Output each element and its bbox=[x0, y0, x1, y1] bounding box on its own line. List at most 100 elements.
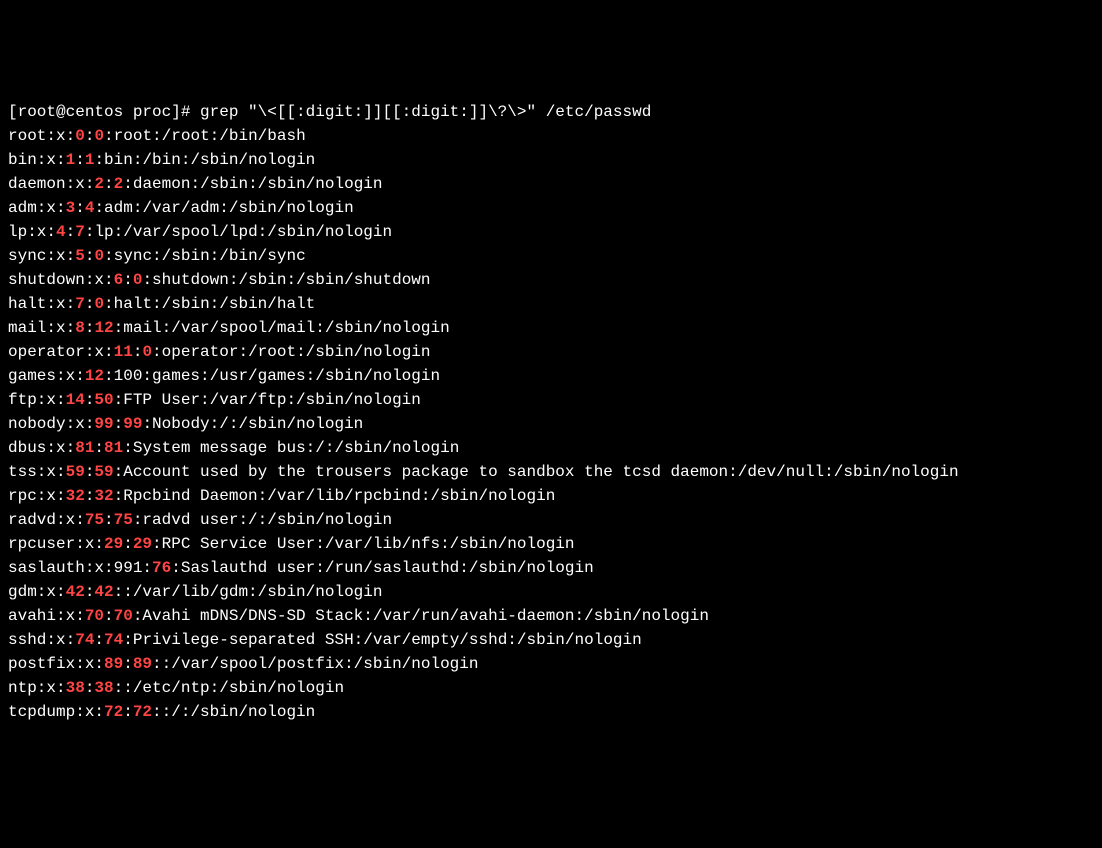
text-segment: :Privilege-separated SSH:/var/empty/sshd… bbox=[123, 631, 641, 649]
text-segment: lp:x: bbox=[8, 223, 56, 241]
grep-match: 3 bbox=[66, 199, 76, 217]
text-segment: : bbox=[123, 655, 133, 673]
grep-match: 70 bbox=[114, 607, 133, 625]
text-segment: : bbox=[123, 703, 133, 721]
text-segment: :lp:/var/spool/lpd:/sbin/nologin bbox=[85, 223, 392, 241]
text-segment: : bbox=[94, 631, 104, 649]
output-line: dbus:x:81:81:System message bus:/:/sbin/… bbox=[8, 436, 1094, 460]
text-segment: : bbox=[133, 343, 143, 361]
grep-match: 7 bbox=[75, 223, 85, 241]
output-line: saslauth:x:991:76:Saslauthd user:/run/sa… bbox=[8, 556, 1094, 580]
grep-match: 29 bbox=[104, 535, 123, 553]
text-segment: halt:x: bbox=[8, 295, 75, 313]
grep-match: 81 bbox=[104, 439, 123, 457]
grep-match: 99 bbox=[123, 415, 142, 433]
output-line: bin:x:1:1:bin:/bin:/sbin/nologin bbox=[8, 148, 1094, 172]
text-segment: ::/var/lib/gdm:/sbin/nologin bbox=[114, 583, 383, 601]
grep-match: 4 bbox=[85, 199, 95, 217]
grep-match: 0 bbox=[94, 295, 104, 313]
text-segment: : bbox=[104, 175, 114, 193]
output-line: nobody:x:99:99:Nobody:/:/sbin/nologin bbox=[8, 412, 1094, 436]
grep-match: 12 bbox=[94, 319, 113, 337]
grep-match: 75 bbox=[114, 511, 133, 529]
text-segment: radvd:x: bbox=[8, 511, 85, 529]
text-segment: : bbox=[85, 127, 95, 145]
grep-match: 0 bbox=[94, 247, 104, 265]
output-line: radvd:x:75:75:radvd user:/:/sbin/nologin bbox=[8, 508, 1094, 532]
text-segment: :radvd user:/:/sbin/nologin bbox=[133, 511, 392, 529]
terminal-output: [root@centos proc]# grep "\<[[:digit:]][… bbox=[8, 100, 1094, 724]
text-segment: :shutdown:/sbin:/sbin/shutdown bbox=[142, 271, 430, 289]
text-segment: :sync:/sbin:/bin/sync bbox=[104, 247, 306, 265]
output-line: tcpdump:x:72:72::/:/sbin/nologin bbox=[8, 700, 1094, 724]
grep-match: 72 bbox=[133, 703, 152, 721]
grep-match: 81 bbox=[75, 439, 94, 457]
text-segment: :operator:/root:/sbin/nologin bbox=[152, 343, 430, 361]
text-segment: sync:x: bbox=[8, 247, 75, 265]
text-segment: : bbox=[85, 391, 95, 409]
text-segment: :Nobody:/:/sbin/nologin bbox=[142, 415, 363, 433]
text-segment: :adm:/var/adm:/sbin/nologin bbox=[94, 199, 353, 217]
text-segment: root:x: bbox=[8, 127, 75, 145]
grep-match: 29 bbox=[133, 535, 152, 553]
grep-match: 59 bbox=[94, 463, 113, 481]
output-line: postfix:x:89:89::/var/spool/postfix:/sbi… bbox=[8, 652, 1094, 676]
text-segment: rpc:x: bbox=[8, 487, 66, 505]
grep-match: 12 bbox=[85, 367, 104, 385]
output-line: root:x:0:0:root:/root:/bin/bash bbox=[8, 124, 1094, 148]
text-segment: :Rpcbind Daemon:/var/lib/rpcbind:/sbin/n… bbox=[114, 487, 556, 505]
text-segment: operator:x: bbox=[8, 343, 114, 361]
grep-match: 38 bbox=[66, 679, 85, 697]
command-prompt: [root@centos proc]# grep "\<[[:digit:]][… bbox=[8, 100, 1094, 124]
grep-match: 59 bbox=[66, 463, 85, 481]
text-segment: : bbox=[85, 247, 95, 265]
text-segment: :bin:/bin:/sbin/nologin bbox=[94, 151, 315, 169]
text-segment: : bbox=[75, 151, 85, 169]
text-segment: ::/var/spool/postfix:/sbin/nologin bbox=[152, 655, 478, 673]
output-line: adm:x:3:4:adm:/var/adm:/sbin/nologin bbox=[8, 196, 1094, 220]
text-segment: bin:x: bbox=[8, 151, 66, 169]
text-segment: shutdown:x: bbox=[8, 271, 114, 289]
text-segment: :halt:/sbin:/sbin/halt bbox=[104, 295, 315, 313]
output-line: operator:x:11:0:operator:/root:/sbin/nol… bbox=[8, 340, 1094, 364]
text-segment: :Avahi mDNS/DNS-SD Stack:/var/run/avahi-… bbox=[133, 607, 709, 625]
text-segment: tss:x: bbox=[8, 463, 66, 481]
grep-match: 74 bbox=[75, 631, 94, 649]
text-segment: : bbox=[123, 535, 133, 553]
grep-match: 1 bbox=[66, 151, 76, 169]
output-line: rpcuser:x:29:29:RPC Service User:/var/li… bbox=[8, 532, 1094, 556]
grep-match: 42 bbox=[94, 583, 113, 601]
text-segment: :Saslauthd user:/run/saslauthd:/sbin/nol… bbox=[171, 559, 593, 577]
text-segment: : bbox=[104, 607, 114, 625]
text-segment: :System message bus:/:/sbin/nologin bbox=[123, 439, 459, 457]
grep-match: 0 bbox=[142, 343, 152, 361]
text-segment: games:x: bbox=[8, 367, 85, 385]
grep-match: 1 bbox=[85, 151, 95, 169]
text-segment: : bbox=[85, 295, 95, 313]
grep-match: 70 bbox=[85, 607, 104, 625]
text-segment: : bbox=[123, 271, 133, 289]
text-segment: nobody:x: bbox=[8, 415, 94, 433]
grep-match: 99 bbox=[94, 415, 113, 433]
grep-match: 75 bbox=[85, 511, 104, 529]
text-segment: :Account used by the trousers package to… bbox=[114, 463, 959, 481]
grep-match: 6 bbox=[114, 271, 124, 289]
grep-match: 32 bbox=[66, 487, 85, 505]
output-line: avahi:x:70:70:Avahi mDNS/DNS-SD Stack:/v… bbox=[8, 604, 1094, 628]
output-line: rpc:x:32:32:Rpcbind Daemon:/var/lib/rpcb… bbox=[8, 484, 1094, 508]
text-segment: rpcuser:x: bbox=[8, 535, 104, 553]
output-line: sync:x:5:0:sync:/sbin:/bin/sync bbox=[8, 244, 1094, 268]
output-line: halt:x:7:0:halt:/sbin:/sbin/halt bbox=[8, 292, 1094, 316]
grep-match: 7 bbox=[75, 295, 85, 313]
grep-match: 2 bbox=[94, 175, 104, 193]
grep-match: 14 bbox=[66, 391, 85, 409]
text-segment: avahi:x: bbox=[8, 607, 85, 625]
text-segment: dbus:x: bbox=[8, 439, 75, 457]
grep-match: 42 bbox=[66, 583, 85, 601]
text-segment: :daemon:/sbin:/sbin/nologin bbox=[123, 175, 382, 193]
text-segment: mail:x: bbox=[8, 319, 75, 337]
output-line: daemon:x:2:2:daemon:/sbin:/sbin/nologin bbox=[8, 172, 1094, 196]
text-segment: :RPC Service User:/var/lib/nfs:/sbin/nol… bbox=[152, 535, 574, 553]
text-segment: : bbox=[85, 487, 95, 505]
text-segment: ntp:x: bbox=[8, 679, 66, 697]
